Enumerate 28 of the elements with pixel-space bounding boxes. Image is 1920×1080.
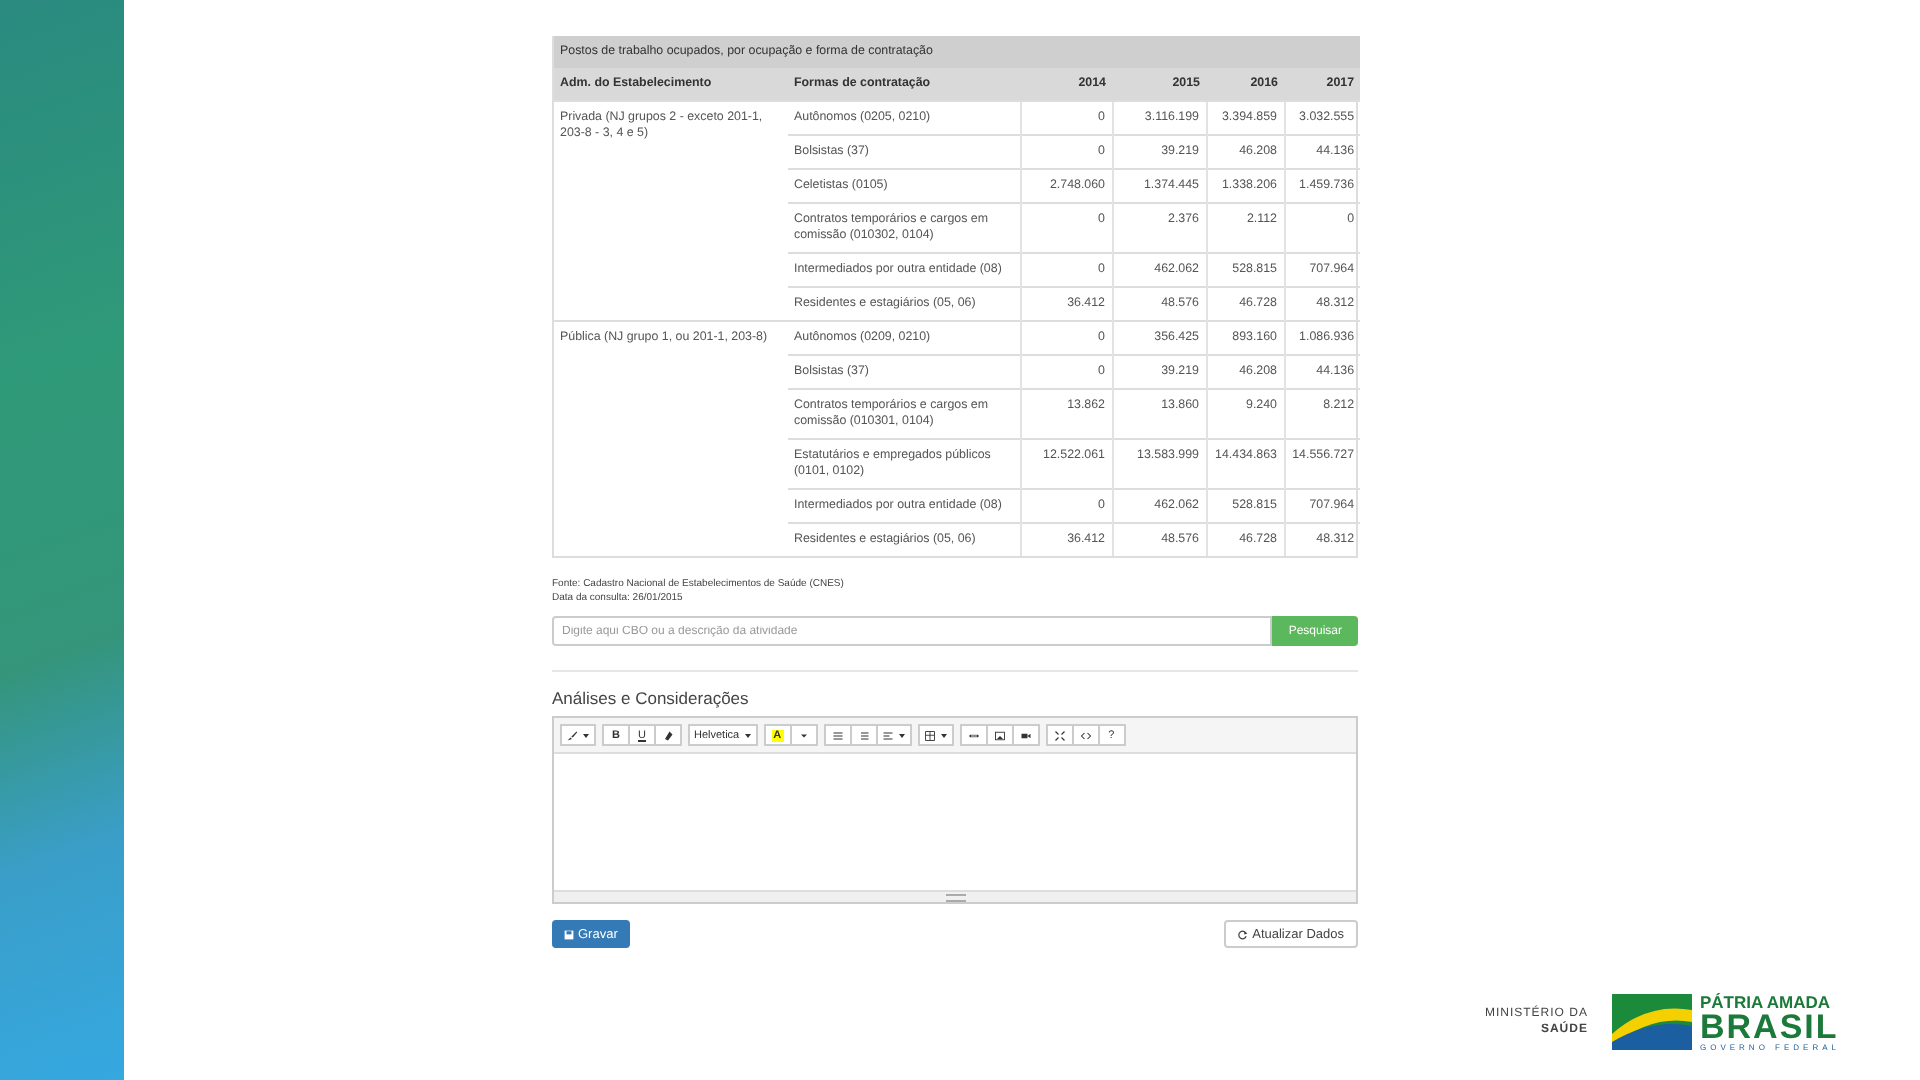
toolbar-button[interactable] [985, 724, 1014, 746]
video-icon [1019, 729, 1032, 741]
table-icon [923, 729, 936, 741]
caret-icon [897, 731, 906, 739]
code-icon [1079, 729, 1092, 741]
fullscreen-icon [1053, 729, 1066, 741]
save-icon [564, 929, 574, 939]
flag-logo-icon [1611, 994, 1692, 1051]
toolbar-button[interactable] [560, 724, 596, 746]
country-text: BRASIL [1699, 1010, 1840, 1044]
toolbar-button[interactable] [917, 724, 954, 746]
picture-icon [993, 729, 1006, 741]
caret-icon [939, 731, 948, 739]
section-title: Análises e Considerações [552, 688, 751, 708]
toolbar-button[interactable] [1011, 724, 1040, 746]
eraser-icon [662, 729, 674, 741]
numbered-list-icon [857, 729, 870, 741]
slogan-text: PÁTRIA AMADA [1699, 993, 1832, 1010]
resize-handle[interactable] [554, 890, 1356, 902]
caret-icon [797, 729, 810, 741]
bullet-list-icon [831, 729, 844, 741]
link-icon [967, 729, 980, 741]
caret-icon [743, 731, 752, 739]
brush-icon [566, 729, 578, 741]
align-icon [881, 729, 894, 741]
refresh-icon [1238, 929, 1249, 939]
caret-icon [582, 731, 590, 739]
toolbar-button[interactable] [654, 724, 682, 746]
